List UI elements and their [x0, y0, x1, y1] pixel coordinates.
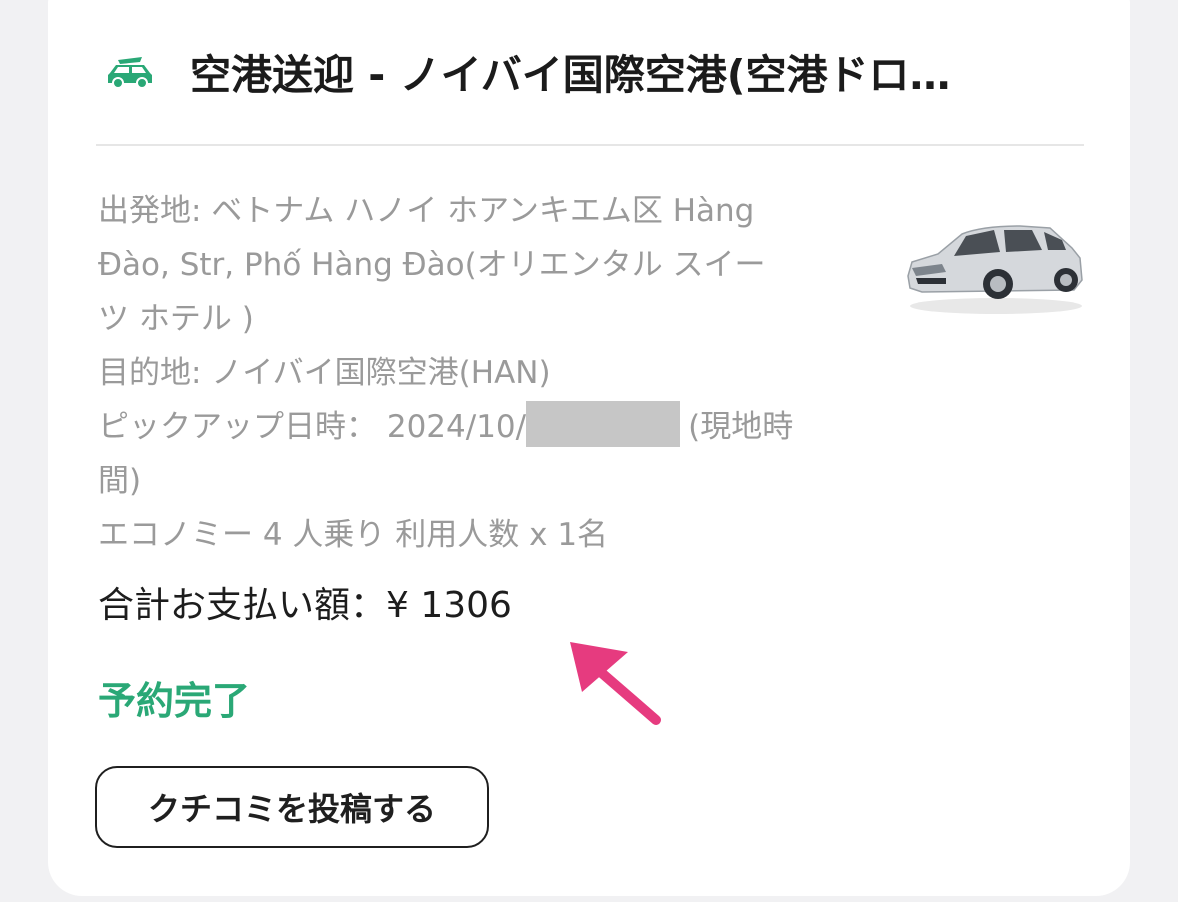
- origin-line-3: ツ ホテル ): [98, 301, 254, 337]
- redacted-block: [526, 401, 681, 447]
- status-label: 予約完了: [98, 679, 251, 723]
- destination: 目的地: ノイバイ国際空港(HAN): [98, 355, 551, 391]
- card-header: 空港送迎 - ノイバイ国際空港(空港ドロ…: [104, 10, 1090, 132]
- booking-title: 空港送迎 - ノイバイ国際空港(空港ドロ…: [190, 51, 951, 99]
- total-payment: 合計お支払い額：¥ 1306: [98, 585, 512, 626]
- car-icon: [108, 57, 152, 89]
- post-review-button[interactable]: クチコミを投稿する: [95, 766, 489, 848]
- origin-line-2: Đào, Str, Phố Hàng Đào(オリエンタル スイー: [98, 247, 766, 283]
- origin-line-1: 出発地: ベトナム ハノイ ホアンキエム区 Hàng: [98, 193, 755, 229]
- booking-details: 出発地: ベトナム ハノイ ホアンキエム区 Hàng Đào, Str, Phố…: [98, 184, 858, 562]
- pickup-prefix: ピックアップ日時： 2024/10/: [98, 409, 527, 445]
- pickup-datetime: ピックアップ日時： 2024/10/ (現地時: [98, 400, 858, 454]
- pickup-suffix: (現地時: [688, 409, 794, 445]
- pickup-datetime-line-2: 間): [98, 463, 142, 499]
- divider: [96, 144, 1084, 146]
- arrow-icon: [570, 642, 661, 725]
- booking-card: 空港送迎 - ノイバイ国際空港(空港ドロ… 出発地: ベトナム ハノイ ホアンキ…: [48, 0, 1130, 896]
- vehicle-info: エコノミー 4 人乗り 利用人数 x 1名: [98, 517, 609, 553]
- car-image: [907, 225, 1083, 314]
